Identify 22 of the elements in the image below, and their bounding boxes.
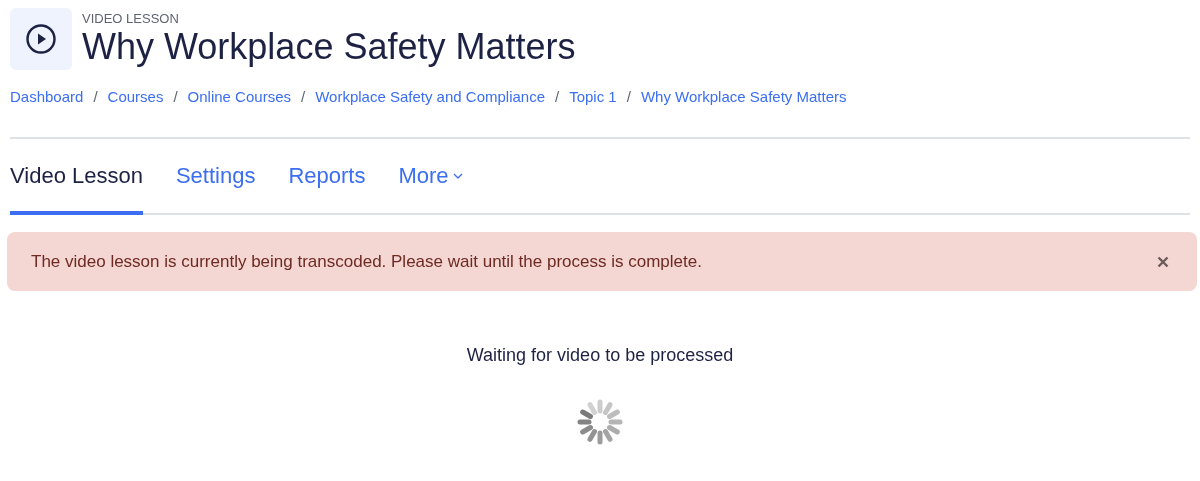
breadcrumb-separator: / xyxy=(173,88,178,105)
tab[interactable]: More xyxy=(398,139,463,215)
breadcrumb-link[interactable]: Dashboard xyxy=(10,88,84,105)
breadcrumb-link[interactable]: Courses xyxy=(107,88,164,105)
breadcrumb-link[interactable]: Workplace Safety and Compliance xyxy=(315,88,545,105)
close-icon xyxy=(1157,255,1169,268)
caret-icon xyxy=(452,173,463,179)
breadcrumb-separator: / xyxy=(626,88,631,105)
tab[interactable]: Settings xyxy=(175,139,256,215)
breadcrumb-separator: / xyxy=(301,88,306,105)
play-icon xyxy=(25,23,57,55)
page-title: Why Workplace Safety Matters xyxy=(82,27,576,67)
tab[interactable]: Video Lesson xyxy=(10,139,143,215)
status-message: Waiting for video to be processed xyxy=(465,345,735,366)
page-type-label: VIDEO LESSON xyxy=(82,11,180,27)
alert-message: The video lesson is currently being transcoded. Please wait until the process is complete. xyxy=(31,251,702,272)
breadcrumb-separator: / xyxy=(93,88,98,105)
tab[interactable]: Reports xyxy=(288,139,366,215)
breadcrumb-link[interactable]: Topic 1 xyxy=(569,88,617,105)
breadcrumb-separator: / xyxy=(555,88,560,105)
breadcrumb-link[interactable]: Online Courses xyxy=(187,88,291,105)
breadcrumb-link[interactable]: Why Workplace Safety Matters xyxy=(640,88,847,105)
